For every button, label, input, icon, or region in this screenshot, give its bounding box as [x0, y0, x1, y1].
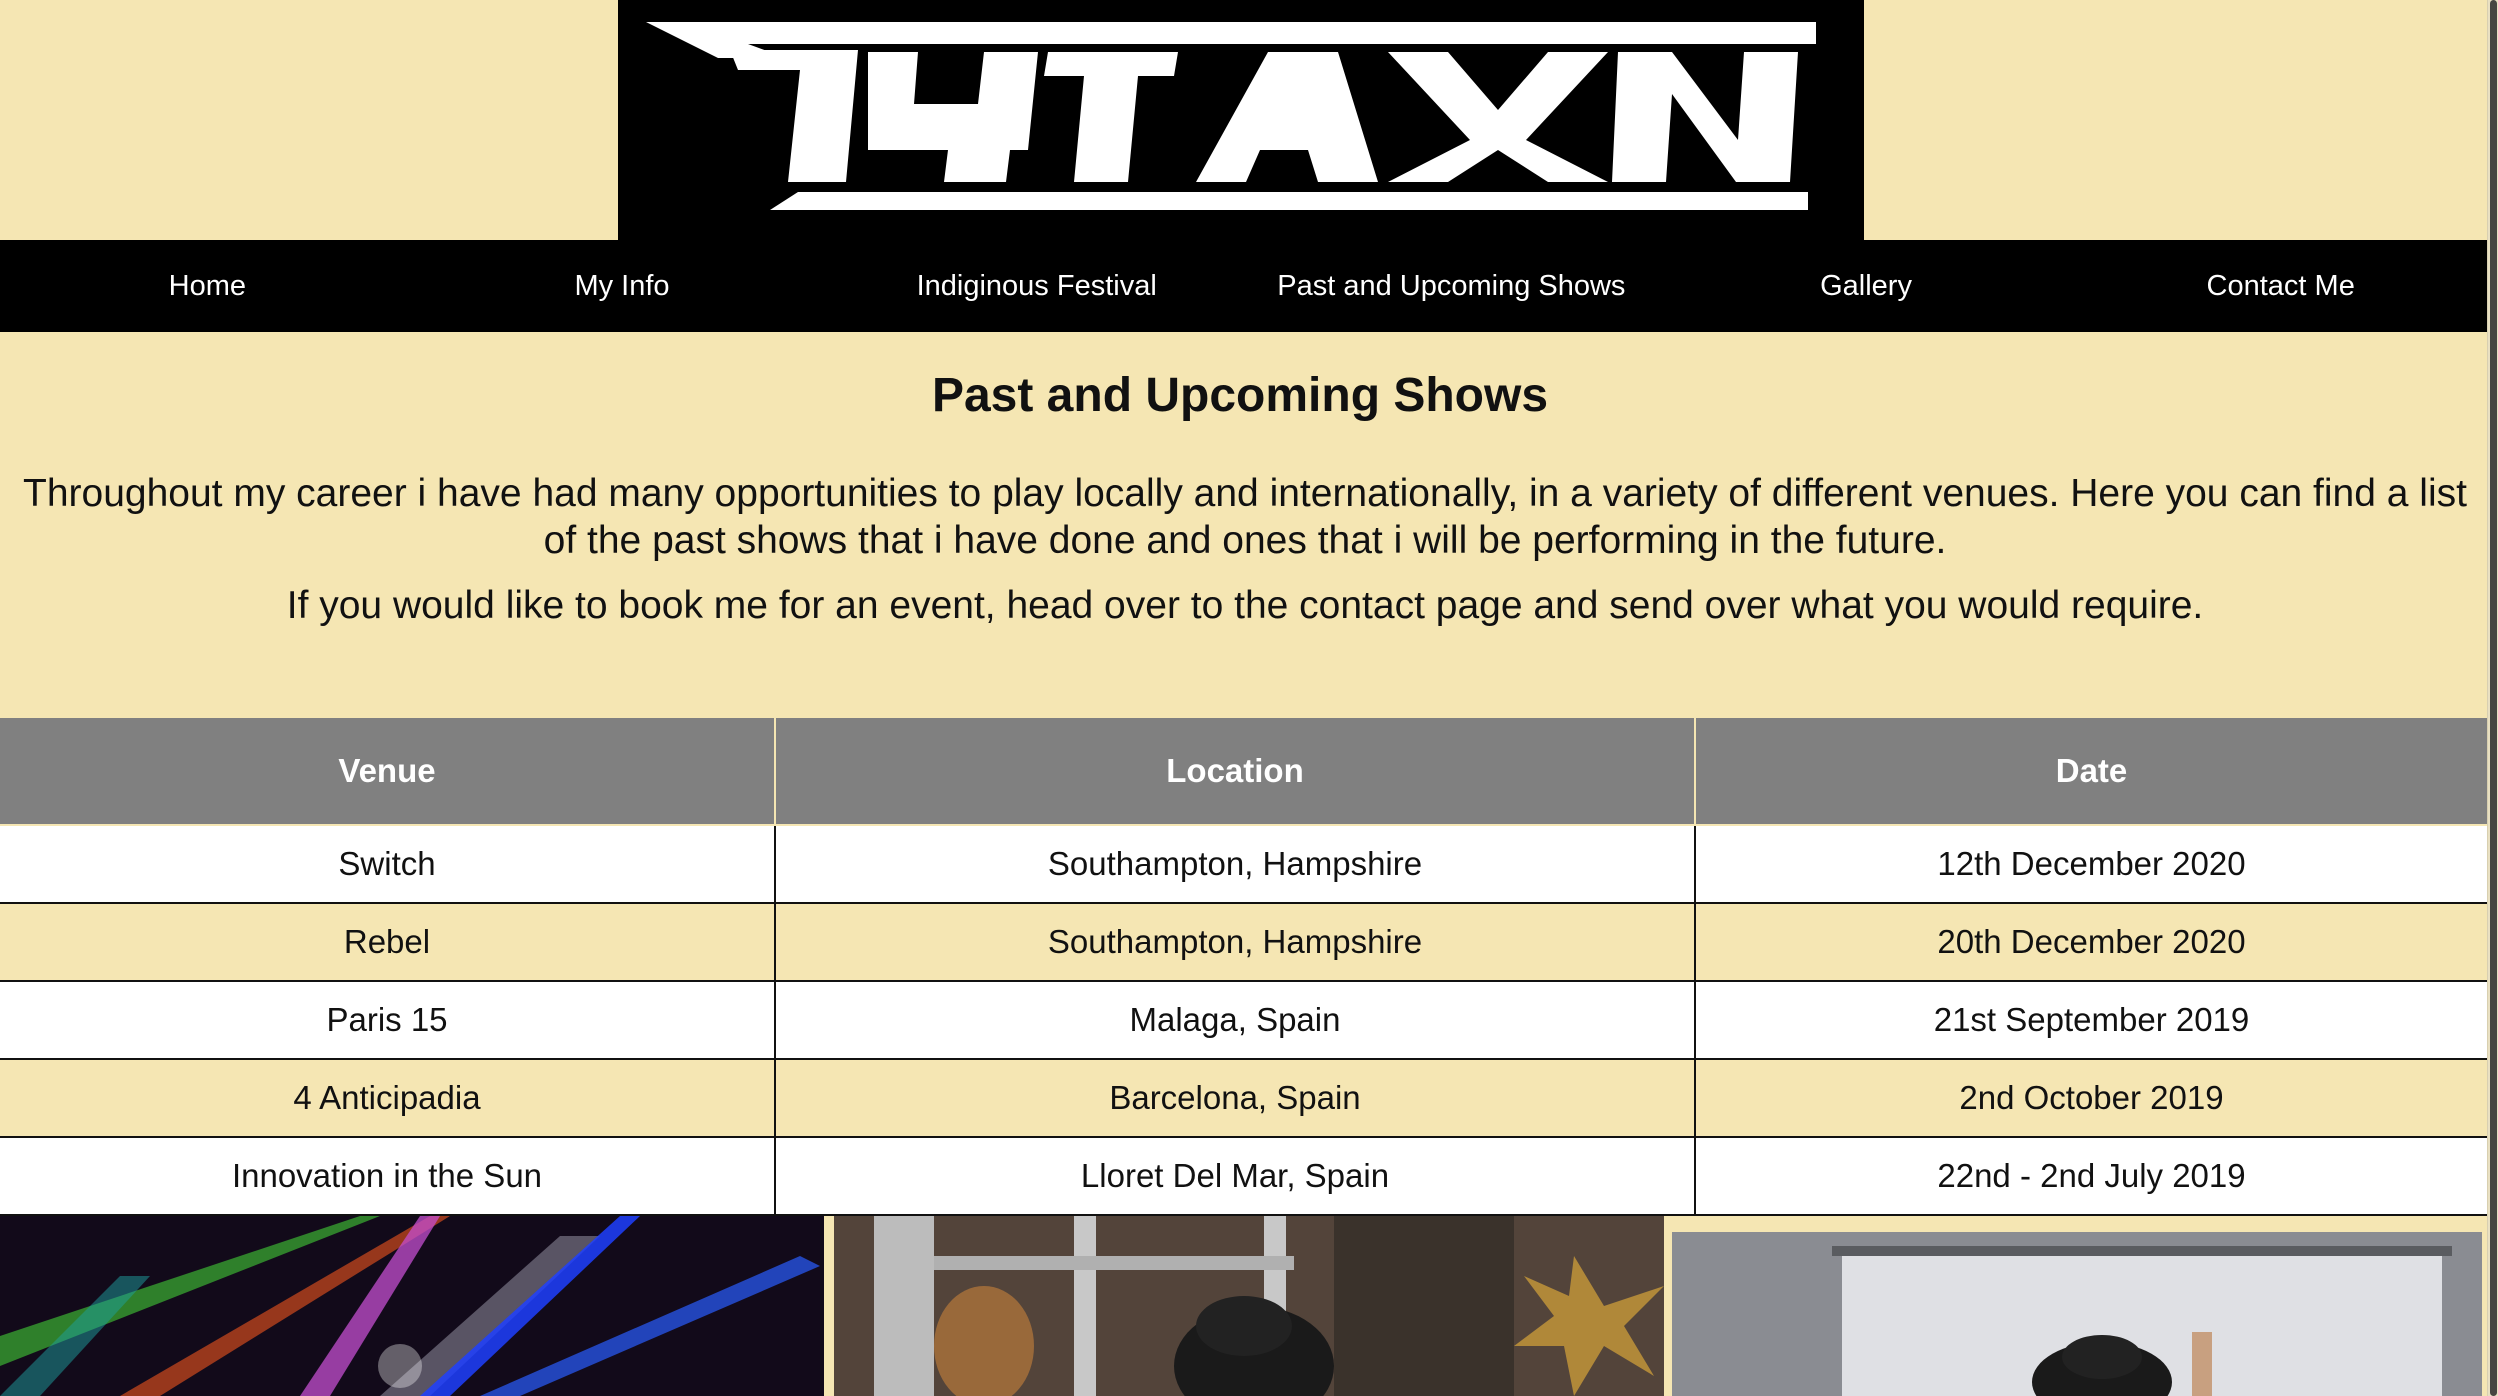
date-cell: 20th December 2020 — [1694, 902, 2489, 982]
venue-cell: Switch — [0, 824, 776, 904]
venue-cell: Rebel — [0, 902, 776, 982]
location-cell: Lloret Del Mar, Spain — [774, 1136, 1696, 1216]
date-cell: 12th December 2020 — [1694, 824, 2489, 904]
venue-cell: Paris 15 — [0, 980, 776, 1060]
header-location: Location — [774, 718, 1696, 826]
dj-at-projector-screen-photo[interactable] — [1672, 1232, 2482, 1396]
main-nav: Home My Info Indiginous Festival Past an… — [0, 240, 2488, 332]
scrollbar-thumb[interactable] — [2490, 0, 2497, 1396]
dj-scaffold-image — [834, 1216, 1664, 1396]
intro-paragraph-1: Throughout my career i have had many opp… — [23, 472, 2467, 562]
tytan-logo-graphic — [618, 0, 1864, 240]
header-date: Date — [1694, 718, 2489, 826]
venue-cell: Innovation in the Sun — [0, 1136, 776, 1216]
table-header-row: Venue Location Date — [0, 718, 2489, 826]
page-title: Past and Upcoming Shows — [931, 369, 1549, 422]
header-venue: Venue — [0, 718, 776, 826]
site-logo[interactable] — [618, 0, 1864, 240]
shows-table: Venue Location Date Switch Southampton, … — [0, 718, 2489, 1216]
date-cell: 2nd October 2019 — [1694, 1058, 2489, 1138]
venue-cell: 4 Anticipadia — [0, 1058, 776, 1138]
location-cell: Malaga, Spain — [774, 980, 1696, 1060]
nav-home[interactable]: Home — [0, 240, 415, 332]
table-row: Rebel Southampton, Hampshire 20th Decemb… — [0, 902, 2489, 982]
page: Home My Info Indiginous Festival Past an… — [0, 0, 2498, 1396]
location-cell: Southampton, Hampshire — [774, 902, 1696, 982]
date-cell: 21st September 2019 — [1694, 980, 2489, 1060]
nav-gallery[interactable]: Gallery — [1659, 240, 2074, 332]
intro-text: Throughout my career i have had many opp… — [10, 470, 2480, 629]
intro-paragraph-2: If you would like to book me for an even… — [286, 584, 2204, 627]
table-row: Innovation in the Sun Lloret Del Mar, Sp… — [0, 1136, 2489, 1216]
nav-contact-me[interactable]: Contact Me — [2073, 240, 2488, 332]
nav-my-info[interactable]: My Info — [415, 240, 830, 332]
dj-projector-image — [1672, 1232, 2482, 1396]
location-cell: Southampton, Hampshire — [774, 824, 1696, 904]
date-cell: 22nd - 2nd July 2019 — [1694, 1136, 2489, 1216]
table-row: 4 Anticipadia Barcelona, Spain 2nd Octob… — [0, 1058, 2489, 1138]
club-lasers-photo[interactable] — [0, 1216, 824, 1396]
dj-behind-scaffold-photo[interactable] — [834, 1216, 1664, 1396]
photo-gallery — [0, 1216, 2488, 1396]
table-row: Switch Southampton, Hampshire 12th Decem… — [0, 824, 2489, 904]
location-cell: Barcelona, Spain — [774, 1058, 1696, 1138]
page-scrollbar[interactable] — [2487, 0, 2498, 1396]
table-row: Paris 15 Malaga, Spain 21st September 20… — [0, 980, 2489, 1060]
club-lasers-image — [0, 1216, 824, 1396]
nav-indiginous-festival[interactable]: Indiginous Festival — [829, 240, 1244, 332]
nav-past-and-upcoming-shows[interactable]: Past and Upcoming Shows — [1244, 240, 1659, 332]
